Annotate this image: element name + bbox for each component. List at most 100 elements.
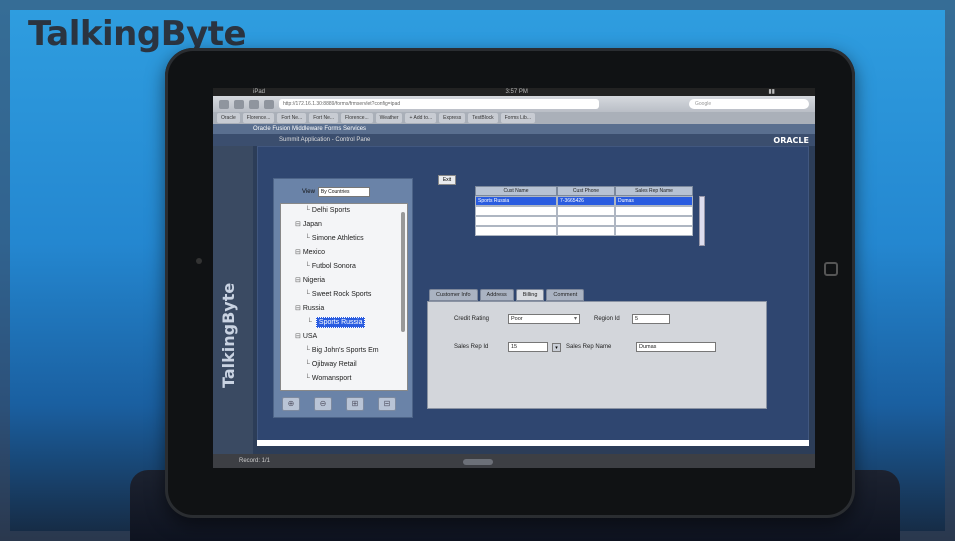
ios-status-bar: iPad 3:57 PM ▮▮ — [213, 88, 815, 96]
bookmark-item[interactable]: Weather — [375, 113, 403, 123]
oracle-logo: ORACLE — [773, 135, 809, 145]
bookmark-item[interactable]: Express — [439, 113, 466, 123]
battery-icon: ▮▮ — [768, 89, 775, 95]
form-canvas-bottom-border — [257, 440, 809, 446]
search-input[interactable]: Google — [689, 99, 809, 109]
grid-header: Cust Name Cust Phone Sales Rep Name — [475, 186, 703, 196]
view-label: View — [302, 189, 315, 195]
tree-line-icon: └ — [307, 319, 314, 326]
browser-toolbar: http://172.16.1.30:8889/forms/frmservlet… — [213, 96, 815, 112]
tree-node[interactable]: └ Womansport — [281, 372, 407, 386]
region-label: Region Id — [594, 316, 620, 322]
collapse-all-button[interactable]: ⊟ — [378, 397, 396, 411]
expand-button[interactable]: ⊕ — [282, 397, 300, 411]
tree-node-label: Delhi Sports — [311, 207, 351, 214]
tree-line-icon: └ — [305, 235, 312, 242]
tree-line-icon: └ — [305, 263, 312, 270]
tree-node[interactable]: ⊟ Russia — [281, 302, 407, 316]
column-header[interactable]: Sales Rep Name — [615, 186, 693, 196]
tablet-camera — [196, 258, 202, 264]
customer-tree[interactable]: └ Delhi Sports ⊟ Japan └ Simone Athletics ⊟… — [280, 203, 408, 391]
tree-node[interactable]: └ Delhi Sports — [281, 204, 407, 218]
collapse-button[interactable]: ⊖ — [314, 397, 332, 411]
back-icon[interactable] — [219, 99, 229, 109]
bookmark-item[interactable]: Florence... — [242, 113, 275, 123]
table-cell[interactable] — [475, 216, 557, 226]
exit-button[interactable]: Exit — [438, 175, 456, 185]
tree-node[interactable]: ⊟ Nigeria — [281, 274, 407, 288]
table-cell[interactable]: 7-3665426 — [557, 196, 615, 206]
tree-node[interactable]: ⊟ Mexico — [281, 246, 407, 260]
tree-node-label: Nigeria — [302, 277, 325, 284]
tree-node-label: Japan — [302, 221, 322, 228]
table-cell[interactable]: Sports Russia — [475, 196, 557, 206]
column-header[interactable]: Cust Phone — [557, 186, 615, 196]
tree-line-icon: └ — [305, 361, 312, 368]
table-cell[interactable] — [475, 226, 557, 236]
bookmark-item[interactable]: Oracle — [217, 113, 240, 123]
credit-rating-select[interactable]: Poor ▾ — [508, 314, 580, 324]
table-row[interactable]: Sports Russia 7-3665426 Dumas — [475, 196, 703, 206]
tab-comment[interactable]: Comment — [546, 289, 585, 301]
bookmark-item[interactable]: + Add to... — [405, 113, 437, 123]
app-title: Oracle Fusion Middleware Forms Services — [213, 124, 815, 134]
tab-customer-info[interactable]: Customer Info — [429, 289, 478, 301]
table-cell[interactable] — [615, 206, 693, 216]
tree-node[interactable]: ⊟ Japan — [281, 218, 407, 232]
sales-rep-name-field[interactable]: Dumas — [636, 342, 716, 352]
expand-all-button[interactable]: ⊞ — [346, 397, 364, 411]
bookmark-item[interactable]: Forms Lib... — [500, 113, 536, 123]
sales-rep-id-field[interactable]: 15 — [508, 342, 548, 352]
expand-node-icon: ⊟ — [295, 333, 303, 340]
tree-node-label: Big John's Sports Em — [311, 347, 379, 354]
table-cell[interactable] — [557, 206, 615, 216]
forms-status-bar: Record: 1/1 — [213, 454, 815, 468]
tree-node[interactable]: └ Sports Russia — [281, 316, 407, 330]
view-select[interactable]: By Countries — [317, 187, 370, 197]
customer-grid: Cust Name Cust Phone Sales Rep Name Sports… — [475, 186, 705, 246]
status-time: 3:57 PM — [505, 89, 528, 95]
sales-rep-id-label: Sales Rep Id — [454, 344, 489, 350]
table-row[interactable] — [475, 206, 703, 216]
tree-node-label: Mexico — [302, 249, 325, 256]
forward-icon[interactable] — [234, 99, 244, 109]
table-cell[interactable] — [475, 206, 557, 216]
bookmark-item[interactable]: Fort Ne... — [309, 113, 339, 123]
tree-node-label: Ojibway Retail — [311, 361, 357, 368]
tree-node[interactable]: ⊟ USA — [281, 330, 407, 344]
grid-scrollbar[interactable] — [699, 196, 705, 246]
tab-billing[interactable]: Billing — [515, 289, 545, 301]
bookmarks-bar: Oracle Florence... Fort Ne... Fort Ne... Flo… — [213, 112, 815, 124]
tree-node[interactable]: └ Futbol Sonora — [281, 260, 407, 274]
tree-node[interactable]: └ Big John's Sports Em — [281, 344, 407, 358]
tree-node-label: Womansport — [311, 375, 352, 382]
table-cell[interactable] — [557, 226, 615, 236]
bookmark-item[interactable]: Fort Ne... — [277, 113, 307, 123]
table-cell[interactable] — [615, 216, 693, 226]
tab-address[interactable]: Address — [479, 289, 514, 301]
tree-line-icon: └ — [305, 207, 312, 214]
table-cell[interactable]: Dumas — [615, 196, 693, 206]
column-header[interactable]: Cust Name — [475, 186, 557, 196]
expand-node-icon: ⊟ — [295, 249, 303, 256]
home-button-icon[interactable] — [824, 262, 838, 276]
table-cell[interactable] — [615, 226, 693, 236]
tree-node[interactable]: └ Ojibway Retail — [281, 358, 407, 372]
tree-node[interactable]: └ Sweet Rock Sports — [281, 288, 407, 302]
tree-node-label: Russia — [302, 305, 325, 312]
region-field[interactable]: 5 — [632, 314, 670, 324]
bookmark-item[interactable]: Florence... — [341, 113, 373, 123]
expand-node-icon: ⊟ — [295, 277, 303, 284]
table-row[interactable] — [475, 226, 703, 236]
lov-icon[interactable]: ▾ — [552, 343, 561, 352]
tree-line-icon: └ — [305, 347, 312, 354]
tree-scrollbar[interactable] — [401, 212, 405, 332]
bookmarks-icon[interactable] — [249, 99, 259, 109]
tree-line-icon: └ — [305, 375, 312, 382]
table-row[interactable] — [475, 216, 703, 226]
tree-node[interactable]: └ Simone Athletics — [281, 232, 407, 246]
url-bar[interactable]: http://172.16.1.30:8889/forms/frmservlet… — [279, 99, 599, 109]
table-cell[interactable] — [557, 216, 615, 226]
bookmark-item[interactable]: TestBlock — [468, 113, 498, 123]
share-icon[interactable] — [264, 99, 274, 109]
